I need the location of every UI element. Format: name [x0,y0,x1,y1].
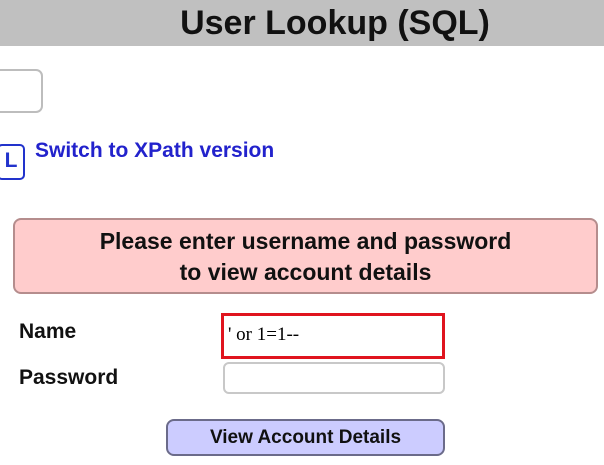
page: User Lookup (SQL) L Switch to XPath vers… [0,0,604,465]
instruction-message: Please enter username and password to vi… [13,218,598,294]
page-icon-glyph: L [4,149,18,172]
name-input[interactable] [226,317,440,353]
instruction-line-2: to view account details [179,259,432,285]
title-bar: User Lookup (SQL) [0,0,604,46]
page-icon[interactable]: L [0,144,25,180]
name-label: Name [19,320,77,343]
partial-input-box[interactable] [0,69,43,113]
page-title: User Lookup (SQL) [180,4,490,42]
instruction-line-1: Please enter username and password [99,228,512,254]
password-input[interactable] [223,362,445,394]
view-account-details-button[interactable]: View Account Details [166,419,445,456]
password-label: Password [19,366,119,389]
switch-xpath-link[interactable]: Switch to XPath version [35,139,274,163]
